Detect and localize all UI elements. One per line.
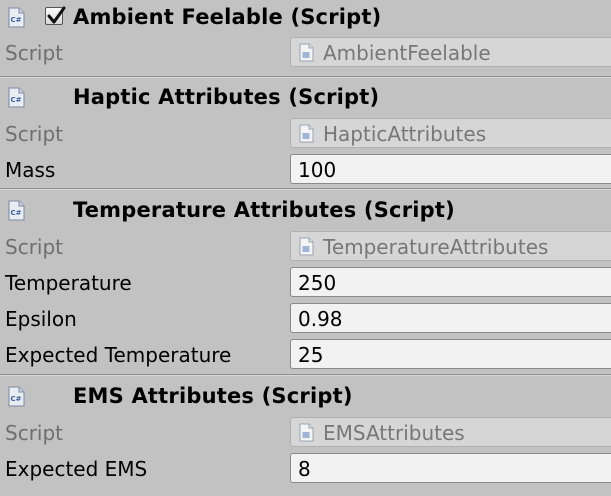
csharp-script-icon: C# (8, 386, 25, 407)
script-row: Script EMSAttributes (0, 415, 611, 451)
script-value: TemperatureAttributes (323, 235, 549, 259)
script-file-icon (299, 237, 314, 256)
component-separator-highlight (0, 375, 611, 376)
svg-text:C#: C# (11, 96, 22, 104)
epsilon-input[interactable]: 0.98 (290, 303, 611, 333)
component-title: Ambient Feelable (Script) (73, 5, 382, 29)
script-value: HapticAttributes (323, 122, 487, 146)
script-label: Script (5, 122, 64, 146)
component-haptic-attributes: C# Haptic Attributes (Script) Script Hap… (0, 80, 611, 188)
script-row: Script TemperatureAttributes (0, 229, 611, 265)
component-title: EMS Attributes (Script) (73, 384, 353, 408)
svg-text:C#: C# (11, 209, 22, 217)
csharp-script-icon: C# (8, 87, 25, 108)
component-title: Temperature Attributes (Script) (73, 198, 455, 222)
script-field[interactable]: AmbientFeelable (290, 37, 611, 67)
temperature-input[interactable]: 250 (290, 267, 611, 297)
script-row: Script AmbientFeelable (0, 35, 611, 71)
csharp-script-icon: C# (8, 200, 25, 221)
property-row-expected-temperature: Expected Temperature 25 (0, 337, 611, 373)
property-row-temperature: Temperature 250 (0, 265, 611, 301)
component-enabled-checkbox[interactable] (45, 6, 66, 25)
expected-temperature-input[interactable]: 25 (290, 339, 611, 369)
epsilon-label: Epsilon (5, 307, 77, 331)
csharp-script-icon: C# (8, 7, 25, 28)
epsilon-value: 0.98 (298, 307, 343, 331)
script-field[interactable]: HapticAttributes (290, 118, 611, 148)
expected-ems-input[interactable]: 8 (290, 453, 611, 483)
script-file-icon (299, 124, 314, 143)
component-header[interactable]: C# Temperature Attributes (Script) (0, 193, 611, 229)
script-label: Script (5, 235, 64, 259)
script-field[interactable]: TemperatureAttributes (290, 231, 611, 261)
property-row-expected-ems: Expected EMS 8 (0, 451, 611, 487)
expected-ems-value: 8 (298, 457, 311, 481)
expected-temperature-value: 25 (298, 343, 324, 367)
mass-input[interactable]: 100 (290, 154, 611, 184)
mass-label: Mass (5, 158, 56, 182)
script-value: EMSAttributes (323, 421, 465, 445)
script-field[interactable]: EMSAttributes (290, 417, 611, 447)
script-label: Script (5, 421, 64, 445)
script-file-icon (299, 423, 314, 442)
component-ambient-feelable: C# Ambient Feelable (Script) Script Ambi… (0, 0, 611, 71)
script-row: Script HapticAttributes (0, 116, 611, 152)
svg-text:C#: C# (11, 395, 22, 403)
checkmark-icon (47, 6, 66, 24)
expected-temperature-label: Expected Temperature (5, 343, 232, 367)
script-file-icon (299, 43, 314, 62)
property-row-epsilon: Epsilon 0.98 (0, 301, 611, 337)
svg-text:C#: C# (11, 16, 22, 24)
temperature-label: Temperature (5, 271, 132, 295)
temperature-value: 250 (298, 271, 337, 295)
component-ems-attributes: C# EMS Attributes (Script) Script EMSAtt… (0, 379, 611, 487)
component-title: Haptic Attributes (Script) (73, 85, 380, 109)
component-separator-highlight (0, 189, 611, 190)
mass-value: 100 (298, 158, 337, 182)
component-separator-highlight (0, 77, 611, 78)
component-header[interactable]: C# EMS Attributes (Script) (0, 379, 611, 415)
component-header[interactable]: C# Haptic Attributes (Script) (0, 80, 611, 116)
script-label: Script (5, 41, 64, 65)
component-header[interactable]: C# Ambient Feelable (Script) (0, 0, 611, 36)
component-temperature-attributes: C# Temperature Attributes (Script) Scrip… (0, 193, 611, 373)
script-value: AmbientFeelable (323, 41, 491, 65)
property-row-mass: Mass 100 (0, 152, 611, 188)
expected-ems-label: Expected EMS (5, 457, 148, 481)
